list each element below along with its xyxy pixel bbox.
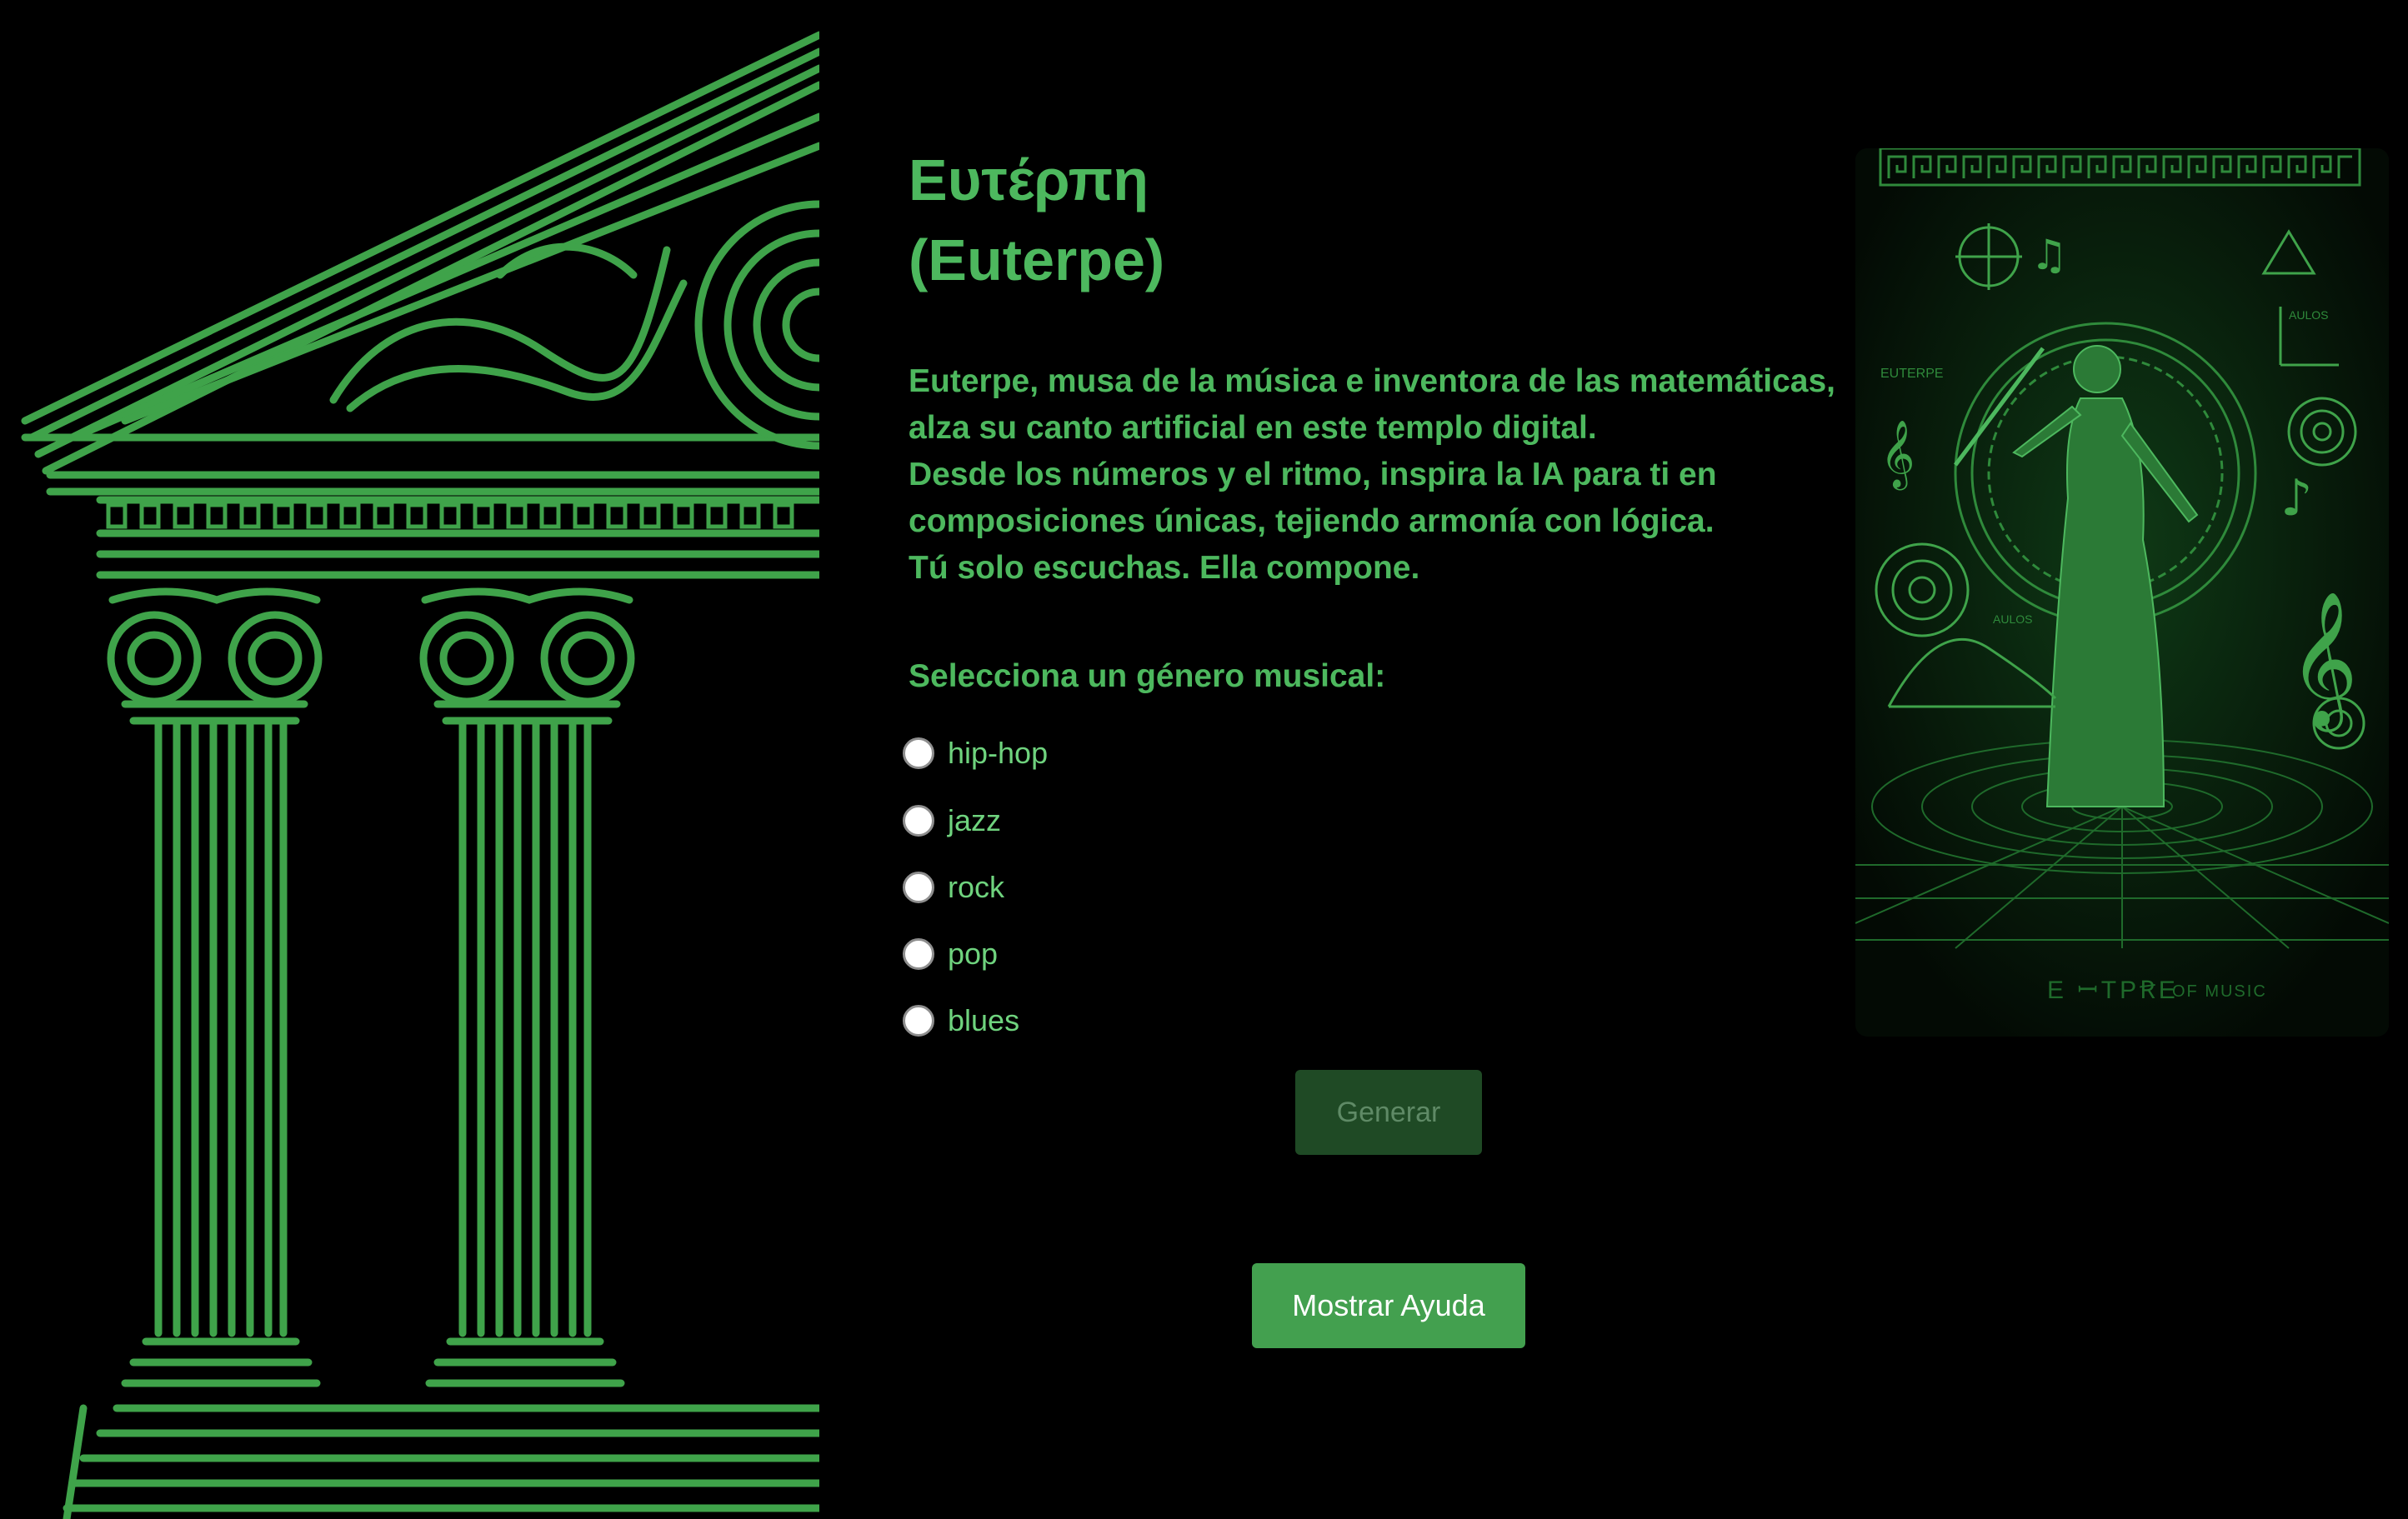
genre-label: pop <box>948 937 999 971</box>
svg-text:♫: ♫ <box>2030 231 2068 279</box>
illustration-caption: E ꟷTPꞦE <box>2047 977 2179 1004</box>
radio-button[interactable] <box>903 938 934 970</box>
title-latin: (Euterpe) <box>909 227 1165 292</box>
temple-illustration <box>21 31 819 1519</box>
intro-line: Desde los números y el ritmo, inspira la… <box>909 457 1717 492</box>
radio-button[interactable] <box>903 805 934 837</box>
euterpe-illustration: 𝄞 𝄞 ♪ ♫ EUTERPE AULOS AULOS E ꟷTPꞦE OF M… <box>1855 148 2389 1037</box>
illustration-label: EUTERPE <box>1880 367 1944 381</box>
genre-label: rock <box>948 870 1005 904</box>
genre-option-blues[interactable]: blues <box>903 1001 1019 1041</box>
genre-option-hip-hop[interactable]: hip-hop <box>903 733 1048 773</box>
show-help-button[interactable]: Mostrar Ayuda <box>1252 1263 1525 1348</box>
svg-text:𝄞: 𝄞 <box>2289 591 2358 732</box>
genre-option-jazz[interactable]: jazz <box>903 801 1001 841</box>
intro-text: Euterpe, musa de la música e inventora d… <box>909 358 1867 592</box>
genre-label: jazz <box>948 803 1002 837</box>
genre-label: hip-hop <box>948 736 1049 770</box>
generate-button[interactable]: Generar <box>1295 1070 1482 1155</box>
intro-line: alza su canto artificial en este templo … <box>909 410 1597 446</box>
svg-text:♪: ♪ <box>2280 469 2312 527</box>
illustration-caption-small: OF MUSIC <box>2172 982 2267 1001</box>
title-greek: Ευτέρπη <box>909 147 1149 212</box>
radio-button[interactable] <box>903 872 934 903</box>
illustration-label: AULOS <box>1993 612 2032 626</box>
intro-line: Euterpe, musa de la música e inventora d… <box>909 363 1835 399</box>
intro-line: Tú solo escuchas. Ella compone. <box>909 550 1420 586</box>
svg-text:𝄞: 𝄞 <box>1880 419 1915 490</box>
genre-prompt: Selecciona un género musical: <box>909 658 1386 694</box>
intro-line: composiciones únicas, tejiendo armonía c… <box>909 503 1715 539</box>
genre-option-pop[interactable]: pop <box>903 934 998 974</box>
radio-button[interactable] <box>903 1005 934 1037</box>
page-title: Ευτέρπη (Euterpe) <box>909 140 1164 300</box>
genre-label: blues <box>948 1003 1020 1037</box>
radio-button[interactable] <box>903 737 934 769</box>
genre-option-rock[interactable]: rock <box>903 867 1004 907</box>
illustration-label: AULOS <box>2289 308 2328 322</box>
